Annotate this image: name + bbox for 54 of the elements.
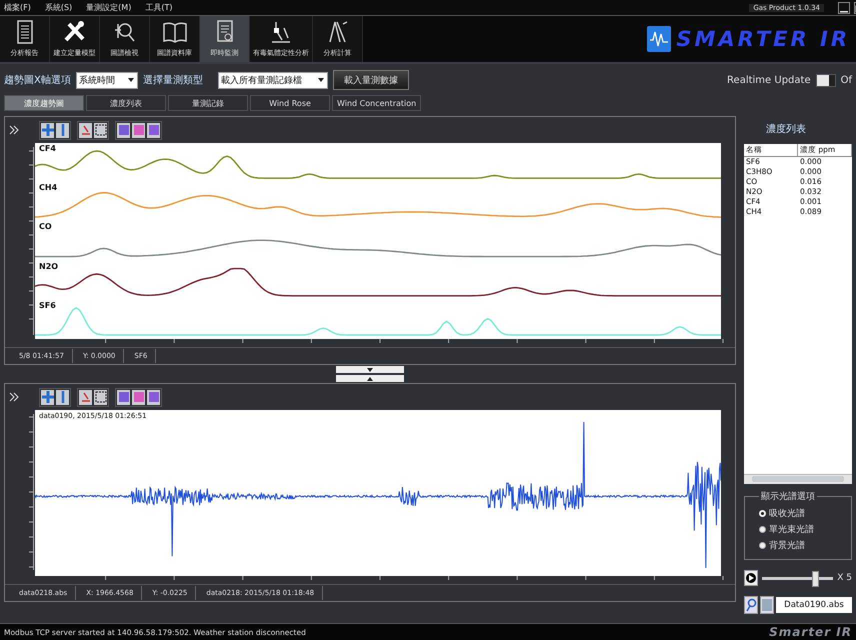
tools-icon xyxy=(62,20,88,44)
menu-item[interactable]: 系統(S) xyxy=(44,2,72,13)
measurement-type-dropdown[interactable]: 載入所有量測記錄檔 xyxy=(218,72,328,88)
zoom-icon[interactable] xyxy=(79,390,92,404)
list-title: 濃度列表 xyxy=(765,122,807,137)
pan-icon[interactable] xyxy=(41,122,54,138)
pan-icon[interactable] xyxy=(41,390,54,404)
toggle-state-label: Of xyxy=(840,74,852,86)
series-label: CF4 xyxy=(39,145,56,153)
footer-logo: Smarter IR xyxy=(769,625,852,639)
play-button[interactable] xyxy=(744,570,758,586)
series-label: CH4 xyxy=(39,184,58,192)
menu-item[interactable]: 工具(T) xyxy=(145,2,172,13)
realtime-toggle[interactable] xyxy=(816,74,836,86)
x-axis-dropdown[interactable]: 系統時間 xyxy=(76,72,138,88)
load-data-button[interactable]: 載入量測數據 xyxy=(332,70,409,90)
series-label: CO xyxy=(39,223,52,232)
x-axis-label: 趨勢圖X軸選項 xyxy=(4,74,71,87)
radio-option[interactable]: 單光束光譜 xyxy=(759,521,847,537)
menu-item[interactable]: 檔案(F) xyxy=(4,2,31,13)
search-button[interactable] xyxy=(744,596,758,614)
tab[interactable]: 量測記錄 xyxy=(168,95,248,111)
expand-icon[interactable] xyxy=(9,392,19,402)
collapse-button[interactable] xyxy=(336,366,404,373)
fit-icon[interactable] xyxy=(94,390,107,404)
speed-slider[interactable] xyxy=(812,570,820,586)
group-title: 顯示光譜選項 xyxy=(760,490,816,503)
file-name-field[interactable]: Data0190.abs xyxy=(776,597,852,613)
zoom-icon[interactable] xyxy=(79,122,92,138)
radio-option[interactable]: 吸收光譜 xyxy=(759,505,847,521)
caret-down-icon xyxy=(367,368,373,372)
series-label: N2O xyxy=(39,262,58,271)
tab[interactable]: Wind Concentration xyxy=(332,95,422,111)
tab[interactable]: Wind Rose xyxy=(250,95,330,111)
expand-button[interactable] xyxy=(336,375,404,382)
expand-icon[interactable] xyxy=(9,125,19,135)
logo: SMARTER IR xyxy=(646,16,856,62)
dropdown-arrow-icon xyxy=(316,76,325,84)
radio-icon[interactable] xyxy=(759,542,766,548)
dropdown-arrow-icon xyxy=(126,76,135,84)
caret-up-icon xyxy=(367,376,373,380)
tab[interactable]: 濃度列表 xyxy=(86,95,166,111)
series-label: SF6 xyxy=(39,302,56,310)
minimize-icon[interactable] xyxy=(838,2,850,14)
realtime-update-label: Realtime Update xyxy=(727,74,811,86)
speed-label: X 5 xyxy=(837,573,852,583)
tab[interactable]: 濃度趨勢圖 xyxy=(4,95,84,111)
menu-item[interactable]: 量測設定(M) xyxy=(86,2,132,13)
measurement-type-label: 選擇量測類型 xyxy=(142,74,203,87)
scrollbar[interactable] xyxy=(744,474,852,484)
radio-option[interactable]: 背景光譜 xyxy=(759,537,847,553)
radio-icon[interactable] xyxy=(759,526,766,532)
fit-icon[interactable] xyxy=(94,122,107,138)
book-icon xyxy=(162,20,188,44)
